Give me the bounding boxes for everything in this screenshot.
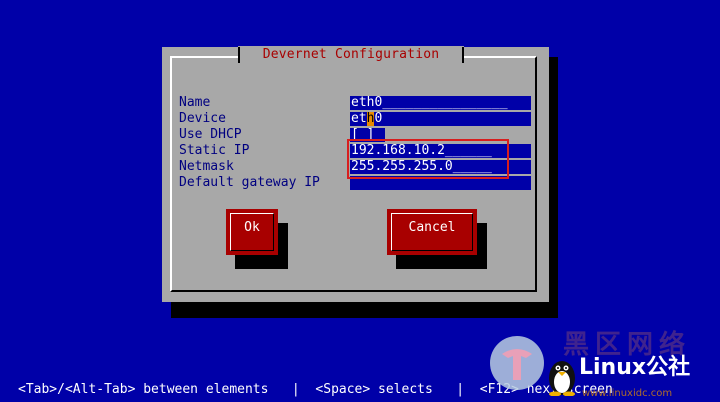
watermark-logo-icon: [490, 336, 544, 390]
penguin-icon: [549, 361, 575, 396]
dialog-title: Devernet Configuration: [238, 46, 464, 64]
ok-button[interactable]: Ok: [226, 209, 278, 255]
device-field-value-start: et: [351, 112, 367, 126]
dialog-shadow-side: [549, 57, 558, 318]
name-field[interactable]: eth0________________: [350, 96, 531, 110]
device-label: Device: [179, 111, 226, 126]
name-label: Name: [179, 95, 211, 110]
name-field-fill: ________________: [382, 96, 508, 110]
cancel-button-label: Cancel: [391, 213, 473, 251]
device-field[interactable]: eth0: [350, 112, 531, 126]
name-field-value: eth0: [351, 96, 383, 110]
device-field-value-end: 0: [374, 112, 383, 126]
annotation-highlight-box: [347, 139, 509, 179]
default-gateway-label: Default gateway IP: [179, 175, 320, 190]
netmask-label: Netmask: [179, 159, 234, 174]
watermark-cn-text: 黑区网络: [563, 330, 692, 360]
ok-button-label: Ok: [230, 213, 274, 251]
cancel-button[interactable]: Cancel: [387, 209, 477, 255]
static-ip-label: Static IP: [179, 143, 250, 158]
watermark-brand: Linux公社: [579, 355, 691, 380]
dialog-shadow: [171, 302, 558, 318]
use-dhcp-label: Use DHCP: [179, 127, 242, 142]
